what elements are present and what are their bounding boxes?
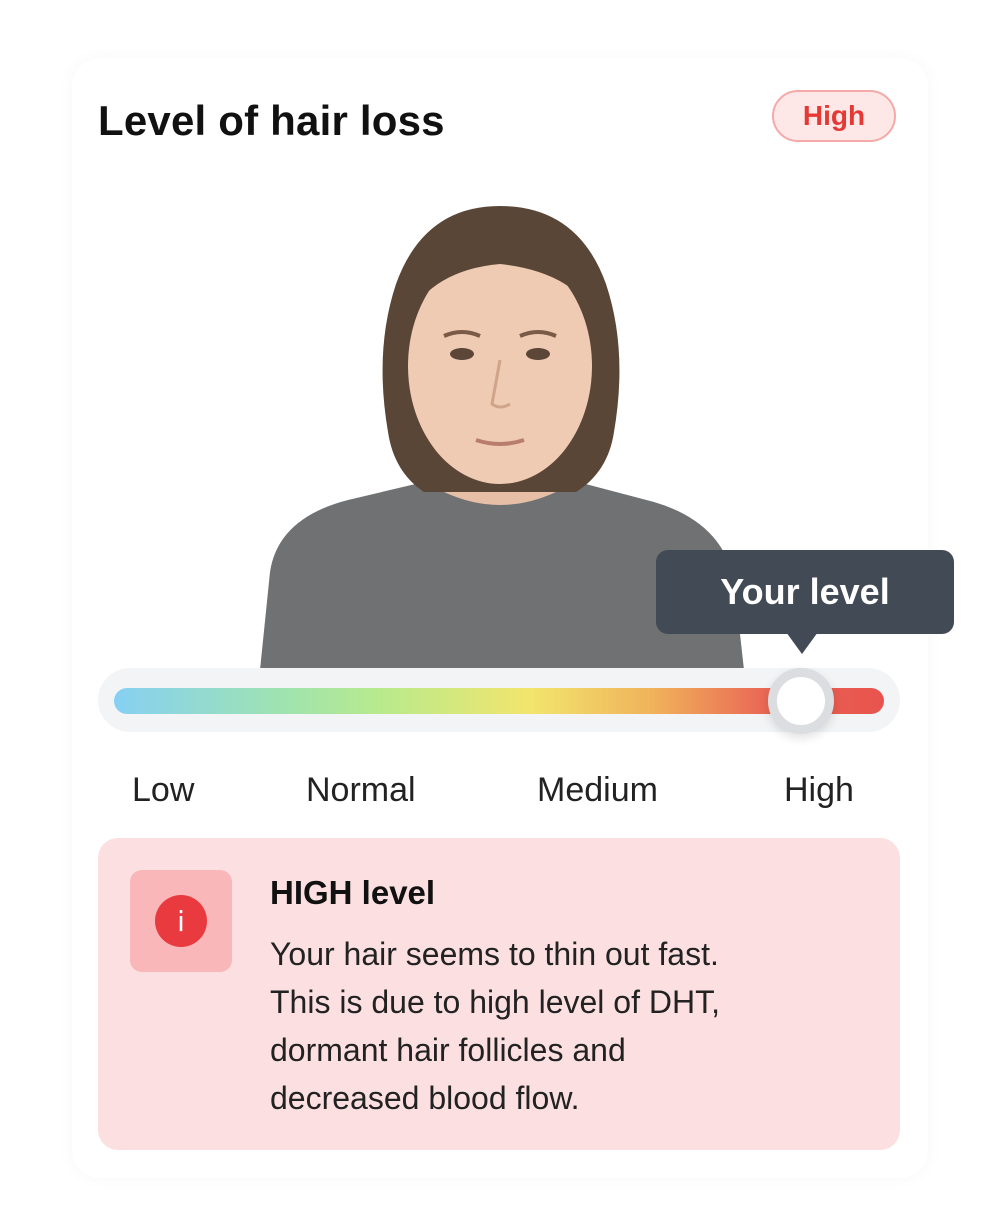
level-badge: High — [772, 90, 896, 142]
info-icon: i — [155, 895, 207, 947]
info-line: dormant hair follicles and — [270, 1032, 626, 1068]
info-line: decreased blood flow. — [270, 1080, 580, 1116]
info-title: HIGH level — [270, 874, 436, 911]
right-eye-shape — [526, 348, 550, 360]
info-description: Your hair seems to thin out fast. This i… — [270, 930, 870, 1122]
scale-label-high: High — [784, 771, 854, 809]
info-icon-tile: i — [130, 870, 232, 972]
tooltip-arrow-icon — [786, 632, 818, 654]
scale-label-medium: Medium — [537, 771, 658, 809]
your-level-tooltip: Your level — [656, 550, 954, 634]
info-line: Your hair seems to thin out fast. — [270, 936, 719, 972]
info-line: This is due to high level of DHT, — [270, 984, 720, 1020]
left-eye-shape — [450, 348, 474, 360]
scale-label-low: Low — [132, 771, 195, 809]
scale-label-normal: Normal — [306, 771, 416, 809]
page-title: Level of hair loss — [98, 97, 445, 144]
level-slider-thumb[interactable] — [768, 668, 834, 734]
